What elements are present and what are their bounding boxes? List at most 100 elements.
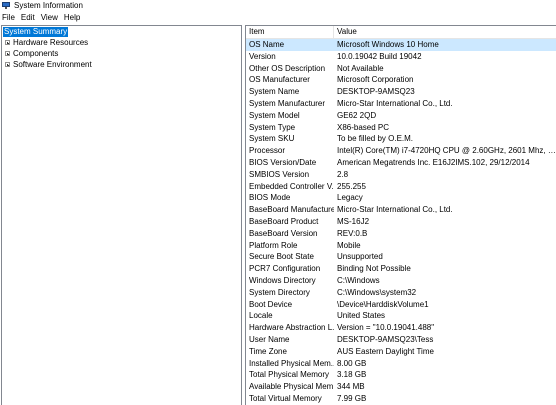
value-cell: Not Available <box>337 63 384 73</box>
item-cell: PCR7 Configuration <box>249 264 321 274</box>
table-row[interactable]: OS Manufacturer Microsoft Corporation <box>246 74 556 86</box>
item-cell: Hardware Abstraction L... <box>249 323 334 333</box>
value-cell: \Device\HarddiskVolume1 <box>337 299 429 309</box>
item-cell: BIOS Mode <box>249 193 291 203</box>
value-cell: AUS Eastern Daylight Time <box>337 346 434 356</box>
item-cell: OS Manufacturer <box>249 75 310 85</box>
column-header-value[interactable]: Value <box>334 26 556 38</box>
table-row[interactable]: BaseBoard Manufacturer Micro-Star Interna… <box>246 204 556 216</box>
value-cell: 7.99 GB <box>337 393 367 403</box>
value-cell: Micro-Star International Co., Ltd. <box>337 98 453 108</box>
details-list[interactable]: Item Value OS Name Microsoft Windows 10 H… <box>245 25 556 405</box>
tree-item-label: Software Environment <box>13 60 92 69</box>
table-row[interactable]: System SKU To be filled by O.E.M. <box>246 133 556 145</box>
value-cell: REV:0.B <box>337 228 368 238</box>
system-information-window: System Information File Edit View Help S… <box>0 0 556 405</box>
item-cell: BIOS Version/Date <box>249 157 317 167</box>
tree-item-hardware-resources[interactable]: Hardware Resources <box>2 37 241 48</box>
menu-bar: File Edit View Help <box>0 12 83 23</box>
value-cell: Legacy <box>337 193 363 203</box>
tree-item-label: System Summary <box>3 26 69 37</box>
menu-edit[interactable]: Edit <box>18 13 38 22</box>
item-cell: Other OS Description <box>249 63 326 73</box>
value-cell: 3.18 GB <box>337 370 367 380</box>
value-cell: DESKTOP-9AMSQ23\Tess <box>337 334 434 344</box>
table-row[interactable]: Locale United States <box>246 310 556 322</box>
table-row[interactable]: Installed Physical Mem... 8.00 GB <box>246 358 556 370</box>
table-row[interactable]: Secure Boot State Unsupported <box>246 251 556 263</box>
item-cell: Version <box>249 51 276 61</box>
value-cell: 8.00 GB <box>337 358 367 368</box>
list-header: Item Value <box>246 26 556 39</box>
item-cell: System Directory <box>249 287 310 297</box>
tree-item-components[interactable]: Components <box>2 48 241 59</box>
item-cell: SMBIOS Version <box>249 169 310 179</box>
item-cell: Windows Directory <box>249 275 316 285</box>
table-row[interactable]: BaseBoard Version REV:0.B <box>246 228 556 240</box>
item-cell: Boot Device <box>249 299 293 309</box>
expand-icon[interactable] <box>5 62 10 67</box>
value-cell: DESKTOP-9AMSQ23 <box>337 87 415 97</box>
table-row[interactable]: Embedded Controller V... 255.255 <box>246 181 556 193</box>
table-row[interactable]: Total Physical Memory 3.18 GB <box>246 369 556 381</box>
item-cell: System Type <box>249 122 296 132</box>
table-row[interactable]: System Directory C:\Windows\system32 <box>246 287 556 299</box>
table-row[interactable]: BaseBoard Product MS-16J2 <box>246 216 556 228</box>
table-row[interactable]: Other OS Description Not Available <box>246 63 556 75</box>
table-row[interactable]: OS Name Microsoft Windows 10 Home <box>246 39 556 51</box>
value-cell: MS-16J2 <box>337 216 370 226</box>
value-cell: Microsoft Corporation <box>337 75 414 85</box>
tree-item-software-environment[interactable]: Software Environment <box>2 59 241 70</box>
table-row[interactable]: System Manufacturer Micro-Star Internatio… <box>246 98 556 110</box>
column-header-item[interactable]: Item <box>246 26 334 38</box>
item-cell: Available Physical Mem... <box>249 382 334 392</box>
table-row[interactable]: Hardware Abstraction L... Version = "10.0… <box>246 322 556 334</box>
item-cell: Total Virtual Memory <box>249 393 322 403</box>
value-cell: GE62 2QD <box>337 110 377 120</box>
item-cell: Secure Boot State <box>249 252 314 262</box>
table-row[interactable]: BIOS Version/Date American Megatrends Inc… <box>246 157 556 169</box>
table-row[interactable]: Time Zone AUS Eastern Daylight Time <box>246 346 556 358</box>
menu-file[interactable]: File <box>0 13 18 22</box>
value-cell: 344 MB <box>337 382 365 392</box>
category-tree[interactable]: System Summary Hardware Resources Compon… <box>1 25 242 405</box>
value-cell: American Megatrends Inc. E16J2IMS.102, 2… <box>337 157 530 167</box>
table-row[interactable]: Windows Directory C:\Windows <box>246 275 556 287</box>
table-row[interactable]: Total Virtual Memory 7.99 GB <box>246 393 556 405</box>
item-cell: Platform Role <box>249 240 298 250</box>
table-row[interactable]: Processor Intel(R) Core(TM) i7-4720HQ CPU… <box>246 145 556 157</box>
item-cell: Locale <box>249 311 273 321</box>
table-row[interactable]: Version 10.0.19042 Build 19042 <box>246 51 556 63</box>
item-cell: User Name <box>249 334 290 344</box>
table-row[interactable]: User Name DESKTOP-9AMSQ23\Tess <box>246 334 556 346</box>
item-cell: BaseBoard Product <box>249 216 319 226</box>
table-row[interactable]: SMBIOS Version 2.8 <box>246 169 556 181</box>
value-cell: Intel(R) Core(TM) i7-4720HQ CPU @ 2.60GH… <box>337 146 556 156</box>
value-cell: X86-based PC <box>337 122 390 132</box>
table-row[interactable]: PCR7 Configuration Binding Not Possible <box>246 263 556 275</box>
menu-help[interactable]: Help <box>61 13 83 22</box>
table-row[interactable]: Platform Role Mobile <box>246 240 556 252</box>
expand-icon[interactable] <box>5 51 10 56</box>
item-cell: System Manufacturer <box>249 98 326 108</box>
item-cell: OS Name <box>249 40 285 49</box>
menu-view[interactable]: View <box>38 13 61 22</box>
value-cell: C:\Windows\system32 <box>337 287 417 297</box>
tree-item-system-summary[interactable]: System Summary <box>2 26 241 37</box>
table-row[interactable]: Boot Device \Device\HarddiskVolume1 <box>246 299 556 311</box>
value-cell: Binding Not Possible <box>337 264 411 274</box>
value-cell: 2.8 <box>337 169 349 179</box>
expand-icon[interactable] <box>5 40 10 45</box>
value-cell: C:\Windows <box>337 275 380 285</box>
table-row[interactable]: System Name DESKTOP-9AMSQ23 <box>246 86 556 98</box>
item-cell: Installed Physical Mem... <box>249 358 334 368</box>
system-information-icon <box>2 2 10 9</box>
list-body: OS Name Microsoft Windows 10 Home Version 1… <box>246 39 556 405</box>
table-row[interactable]: Available Physical Mem... 344 MB <box>246 381 556 393</box>
item-cell: BaseBoard Manufacturer <box>249 205 334 215</box>
table-row[interactable]: BIOS Mode Legacy <box>246 192 556 204</box>
table-row[interactable]: System Type X86-based PC <box>246 122 556 134</box>
value-cell: Version = "10.0.19041.488" <box>337 323 435 333</box>
value-cell: 10.0.19042 Build 19042 <box>337 51 422 61</box>
table-row[interactable]: System Model GE62 2QD <box>246 110 556 122</box>
